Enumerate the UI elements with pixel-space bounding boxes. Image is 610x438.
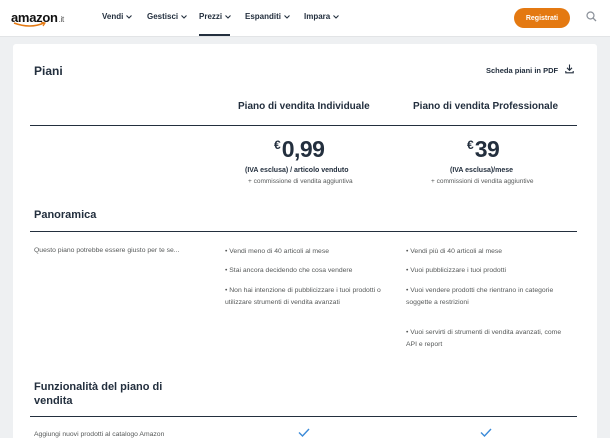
overview-heading: Panoramica (34, 209, 97, 221)
chevron-down-icon (333, 15, 340, 19)
nav-item-espanditi[interactable]: Espanditi (245, 12, 290, 21)
features-divider (30, 416, 577, 417)
features-heading: Funzionalità del piano di vendita (34, 381, 163, 407)
check-icon (480, 428, 492, 437)
plans-pdf-link[interactable]: Scheda piani in PDF (486, 66, 558, 75)
professional-bullet: • Vendi più di 40 articoli al mese (406, 248, 503, 255)
professional-bullet: • Vuoi vendere prodotti che rientrano in… (406, 287, 554, 306)
individual-plan-heading: Piano di vendita Individuale (238, 101, 370, 112)
professional-commission-note: + commissioni di vendita aggiuntive (431, 178, 534, 185)
professional-bullet: • Vuoi servirti di strumenti di vendita … (406, 329, 562, 348)
plans-header-divider (30, 125, 577, 126)
chevron-down-icon (126, 15, 133, 19)
plans-title: Piani (34, 64, 63, 78)
overview-description: Questo piano potrebbe essere giusto per … (34, 247, 180, 254)
nav-item-vendi[interactable]: Vendi (102, 12, 133, 21)
currency-symbol: € (274, 138, 281, 152)
professional-bullet: • Vuoi pubblicizzare i tuoi prodotti (406, 267, 506, 274)
professional-vat-note: (IVA esclusa)/mese (450, 167, 514, 174)
individual-commission-note: + commissione di vendita aggiuntiva (248, 178, 353, 185)
logo-tld: .it (58, 15, 65, 24)
download-icon[interactable] (565, 64, 574, 74)
price-amount: 0,99 (281, 136, 325, 162)
amazon-smile-icon (13, 22, 46, 27)
check-icon (298, 428, 310, 437)
search-icon[interactable] (586, 11, 597, 22)
currency-symbol: € (467, 138, 474, 152)
top-navigation-bar: amazon.it Vendi Gestisci Prezzi Espandit… (0, 0, 610, 37)
overview-divider (30, 231, 577, 232)
active-nav-indicator (199, 34, 230, 36)
individual-vat-note: (IVA esclusa) / articolo venduto (245, 167, 349, 174)
individual-bullet: • Non hai intenzione di pubblicizzare i … (225, 287, 381, 306)
nav-item-prezzi[interactable]: Prezzi (199, 12, 232, 21)
nav-item-gestisci[interactable]: Gestisci (147, 12, 188, 21)
nav-item-impara[interactable]: Impara (304, 12, 340, 21)
individual-bullet: • Stai ancora decidendo che cosa vendere (225, 267, 353, 274)
individual-bullet: • Vendi meno di 40 articoli al mese (225, 248, 330, 255)
professional-price: € 39 (467, 136, 500, 162)
chevron-down-icon (225, 15, 232, 19)
chevron-down-icon (284, 15, 290, 19)
feature-row-label: Aggiungi nuovi prodotti al catalogo Amaz… (34, 431, 165, 438)
chevron-down-icon (181, 15, 188, 19)
individual-price: € 0,99 (274, 136, 325, 162)
price-amount: 39 (474, 136, 500, 162)
register-button[interactable]: Registrati (514, 8, 570, 28)
professional-plan-heading: Piano di vendita Professionale (413, 101, 559, 112)
